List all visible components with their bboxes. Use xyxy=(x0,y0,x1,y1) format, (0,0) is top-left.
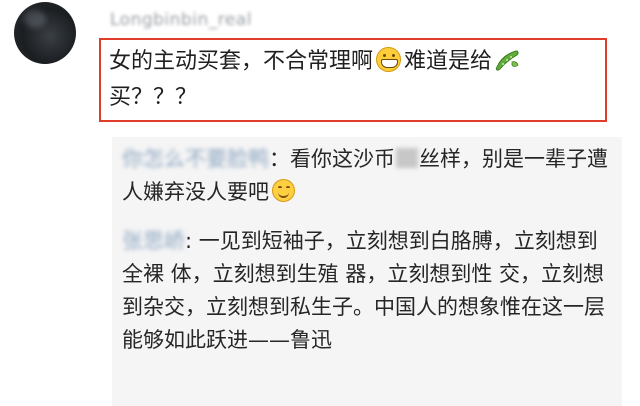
reply-separator: ： xyxy=(269,147,290,171)
comment-text: 女的主动买套，不合常理啊 难道是给 买？？？ xyxy=(109,44,605,116)
highlighted-comment: 女的主动买套，不合常理啊 难道是给 买？？？ xyxy=(99,38,607,122)
comment-text-line1: 女的主动买套，不合常理啊 xyxy=(109,49,374,74)
censored-character xyxy=(396,148,418,168)
reply-text-before: 看你这沙币 xyxy=(290,147,395,171)
grin-emoji-icon xyxy=(376,47,402,72)
username[interactable]: Longbinbin_real xyxy=(110,10,252,30)
cucumber-emoji-icon xyxy=(495,50,519,71)
avatar[interactable] xyxy=(14,2,76,64)
reply-item: 你怎么不要脸鸭：看你这沙币 丝样，别是一辈子遭人嫌弃没人要吧 xyxy=(122,143,614,209)
comment-text-mid: 难道是给 xyxy=(404,49,493,74)
comment-text-line2: 买？？？ xyxy=(109,85,198,110)
reply-item: 张思峤: 一见到短袖子，立刻想到白胳膊，立刻想到全裸 体，立刻想到生殖 器，立刻… xyxy=(122,225,614,357)
reply-author[interactable]: 你怎么不要脸鸭 xyxy=(122,147,269,171)
smile-emoji-icon xyxy=(272,179,295,202)
reply-author[interactable]: 张思峤 xyxy=(122,229,185,253)
reply-separator: : xyxy=(185,229,199,253)
replies-section: 你怎么不要脸鸭：看你这沙币 丝样，别是一辈子遭人嫌弃没人要吧 张思峤: 一见到短袖… xyxy=(112,137,622,406)
